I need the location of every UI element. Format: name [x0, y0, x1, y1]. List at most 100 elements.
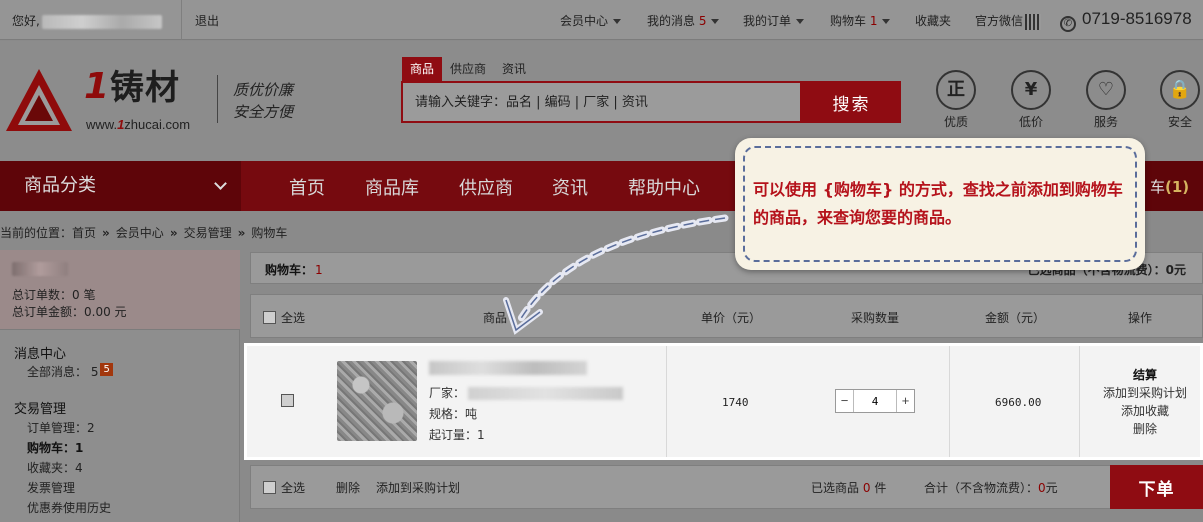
- line-amount: 6960.00: [995, 396, 1042, 409]
- col-unit-price: 单价（元）: [701, 311, 762, 325]
- col-product: 商品: [483, 311, 508, 325]
- checkout-link[interactable]: 结算: [1087, 366, 1203, 384]
- nav-cart-label: 车: [1150, 178, 1166, 196]
- quantity-increase-button[interactable]: +: [896, 390, 914, 412]
- cart-label: 购物车: [830, 14, 867, 28]
- breadcrumb-separator-icon: »: [169, 226, 178, 240]
- heart-icon: ♡: [1086, 70, 1126, 110]
- footer-select-all-checkbox[interactable]: [263, 481, 276, 494]
- greeting: 您好,: [12, 12, 162, 29]
- selected-count-label: 已选商品: [811, 481, 860, 495]
- add-to-plan-link[interactable]: 添加到采购计划: [1087, 384, 1203, 402]
- category-menu-button[interactable]: 商品分类: [0, 161, 241, 211]
- user-card: 总订单数：0 笔 总订单金额：0.00 元: [0, 250, 240, 330]
- sidebar-item-coupon-history[interactable]: 优惠券使用历史: [27, 499, 111, 516]
- maker-blurred: [468, 387, 624, 400]
- tab-news[interactable]: 资讯: [494, 57, 534, 81]
- phone-icon: ✆: [1060, 16, 1076, 32]
- wechat-label: 官方微信: [975, 14, 1024, 28]
- cart-title-label: 购物车：: [265, 263, 314, 277]
- slogan: 质优价廉 安全方便: [233, 79, 293, 123]
- username-blurred: [12, 262, 68, 276]
- my-messages-menu[interactable]: 我的消息 5: [647, 12, 720, 29]
- cart-menu[interactable]: 购物车 1: [830, 12, 891, 29]
- chevron-down-icon: [882, 19, 891, 24]
- tab-products[interactable]: 商品: [402, 57, 443, 81]
- logo-url-prefix: www.: [86, 117, 118, 132]
- badge-low-price: ¥ 低价: [1009, 70, 1053, 130]
- col-quantity: 采购数量: [851, 311, 900, 325]
- breadcrumb: 当前的位置：首页 » 会员中心 » 交易管理 » 购物车: [0, 224, 287, 241]
- sidebar-item-favorites[interactable]: 收藏夹：4: [27, 459, 83, 476]
- col-amount: 金额（元）: [985, 311, 1046, 325]
- breadcrumb-home[interactable]: 首页: [72, 226, 96, 240]
- col-actions: 操作: [1128, 311, 1153, 325]
- logo-triangle-icon[interactable]: [6, 69, 72, 131]
- cart-item-row: 厂家： 规格：吨 起订量：1 1740 − + 6960.00 结算 添加到采购…: [244, 343, 1203, 460]
- product-image[interactable]: [337, 361, 417, 441]
- sidebar-item-invoices[interactable]: 发票管理: [27, 479, 75, 496]
- tooltip-text: 可以使用 {购物车} 的方式，查找之前添加到购物车的商品，来查询您要的商品。: [753, 180, 1123, 227]
- nav-news[interactable]: 资讯: [552, 161, 588, 211]
- qr-code-icon: [1025, 13, 1042, 30]
- sidebar-item-cart[interactable]: 购物车：1: [27, 439, 83, 456]
- my-orders-menu[interactable]: 我的订单: [743, 12, 805, 29]
- username-blurred: [41, 14, 162, 29]
- hotline: ✆ 0719-8516978: [1060, 9, 1192, 32]
- badge-label: 低价: [1018, 115, 1043, 129]
- order-total: 合计（不含物流费）：0元: [924, 479, 1058, 496]
- slogan-line-2: 安全方便: [233, 103, 294, 121]
- nav-help-center[interactable]: 帮助中心: [628, 161, 700, 211]
- search-tabs: 商品 供应商 资讯: [402, 57, 534, 81]
- product-name-blurred[interactable]: [429, 361, 587, 375]
- badge-label: 服务: [1093, 115, 1118, 129]
- sidebar-item-label: 购物车：: [27, 441, 76, 455]
- sidebar-item-all-messages[interactable]: 全部消息： 55: [27, 363, 113, 380]
- add-favorite-link[interactable]: 添加收藏: [1087, 402, 1203, 420]
- tooltip-callout: 可以使用 {购物车} 的方式，查找之前添加到购物车的商品，来查询您要的商品。: [735, 138, 1145, 270]
- search-input[interactable]: [403, 83, 793, 121]
- order-total-label: 合计（不含物流费）：: [924, 481, 1039, 495]
- category-label: 商品分类: [24, 175, 96, 196]
- sidebar-item-value: 1: [75, 441, 84, 455]
- cart-table-header: 全选 商品 单价（元） 采购数量 金额（元） 操作: [250, 294, 1203, 338]
- search-button[interactable]: 搜索: [802, 81, 901, 123]
- sidebar-item-value: 4: [75, 461, 83, 475]
- favorites-link[interactable]: 收藏夹: [915, 12, 951, 29]
- footer-select-all[interactable]: 全选: [263, 479, 305, 496]
- nav-suppliers[interactable]: 供应商: [459, 161, 513, 211]
- select-all-checkbox[interactable]: [263, 311, 276, 324]
- footer-delete-link[interactable]: 删除: [336, 479, 360, 496]
- breadcrumb-member-center[interactable]: 会员中心: [116, 226, 164, 240]
- breadcrumb-trade[interactable]: 交易管理: [184, 226, 232, 240]
- quantity-input[interactable]: [854, 390, 896, 412]
- item-checkbox[interactable]: [281, 394, 294, 407]
- quantity-decrease-button[interactable]: −: [836, 390, 854, 412]
- nav-cart-button[interactable]: 车(1): [1142, 161, 1203, 211]
- chevron-down-icon: [796, 19, 805, 24]
- selected-count-unit: 件: [874, 481, 887, 495]
- cart-count: 1: [869, 14, 878, 28]
- order-count: 总订单数：0 笔: [12, 288, 96, 302]
- selected-count: 已选商品 0 件: [811, 479, 886, 496]
- lock-icon: 🔒: [1160, 70, 1200, 110]
- footer-add-plan-link[interactable]: 添加到采购计划: [376, 479, 460, 496]
- select-all-header[interactable]: 全选: [263, 309, 305, 326]
- nav-home[interactable]: 首页: [289, 161, 325, 211]
- logout-link[interactable]: 退出: [195, 12, 219, 29]
- wechat-link[interactable]: 官方微信: [975, 12, 1042, 30]
- cart-footer-bar: 全选 删除 添加到采购计划 已选商品 0 件 合计（不含物流费）：0元: [250, 465, 1203, 509]
- nav-product-library[interactable]: 商品库: [365, 161, 419, 211]
- place-order-button[interactable]: 下单: [1110, 465, 1203, 509]
- sidebar-heading-messages: 消息中心: [14, 347, 67, 362]
- delete-link[interactable]: 删除: [1087, 420, 1203, 438]
- sidebar-item-label: 订单管理：: [27, 421, 88, 435]
- logo-name: 铸材: [110, 68, 180, 108]
- sidebar-item-orders[interactable]: 订单管理：2: [27, 419, 95, 436]
- tab-suppliers[interactable]: 供应商: [442, 57, 494, 81]
- member-center-menu[interactable]: 会员中心: [560, 12, 622, 29]
- product-moq: 起订量：1: [429, 428, 485, 442]
- greeting-text: 您好,: [12, 14, 40, 28]
- order-total-value: 0: [1038, 481, 1046, 495]
- breadcrumb-separator-icon: »: [237, 226, 246, 240]
